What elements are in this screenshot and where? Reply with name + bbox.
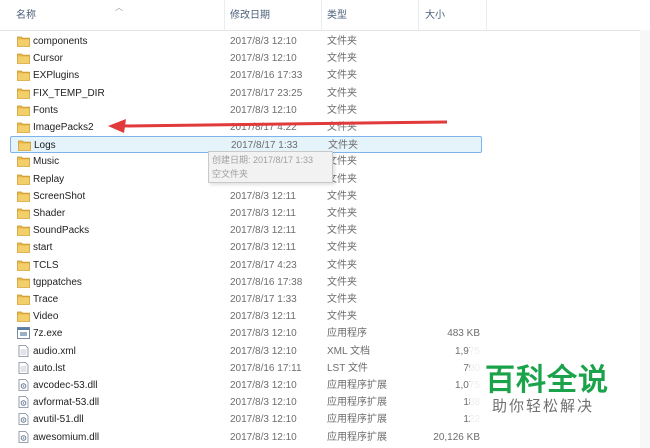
arrow-head	[108, 119, 126, 133]
watermark: 百科全说 助你轻松解决	[470, 345, 625, 423]
arrow-shaft	[121, 120, 448, 128]
vertical-scrollbar[interactable]	[640, 30, 650, 448]
watermark-title: 百科全说	[485, 364, 609, 397]
watermark-subtitle: 助你轻松解决	[492, 398, 595, 415]
